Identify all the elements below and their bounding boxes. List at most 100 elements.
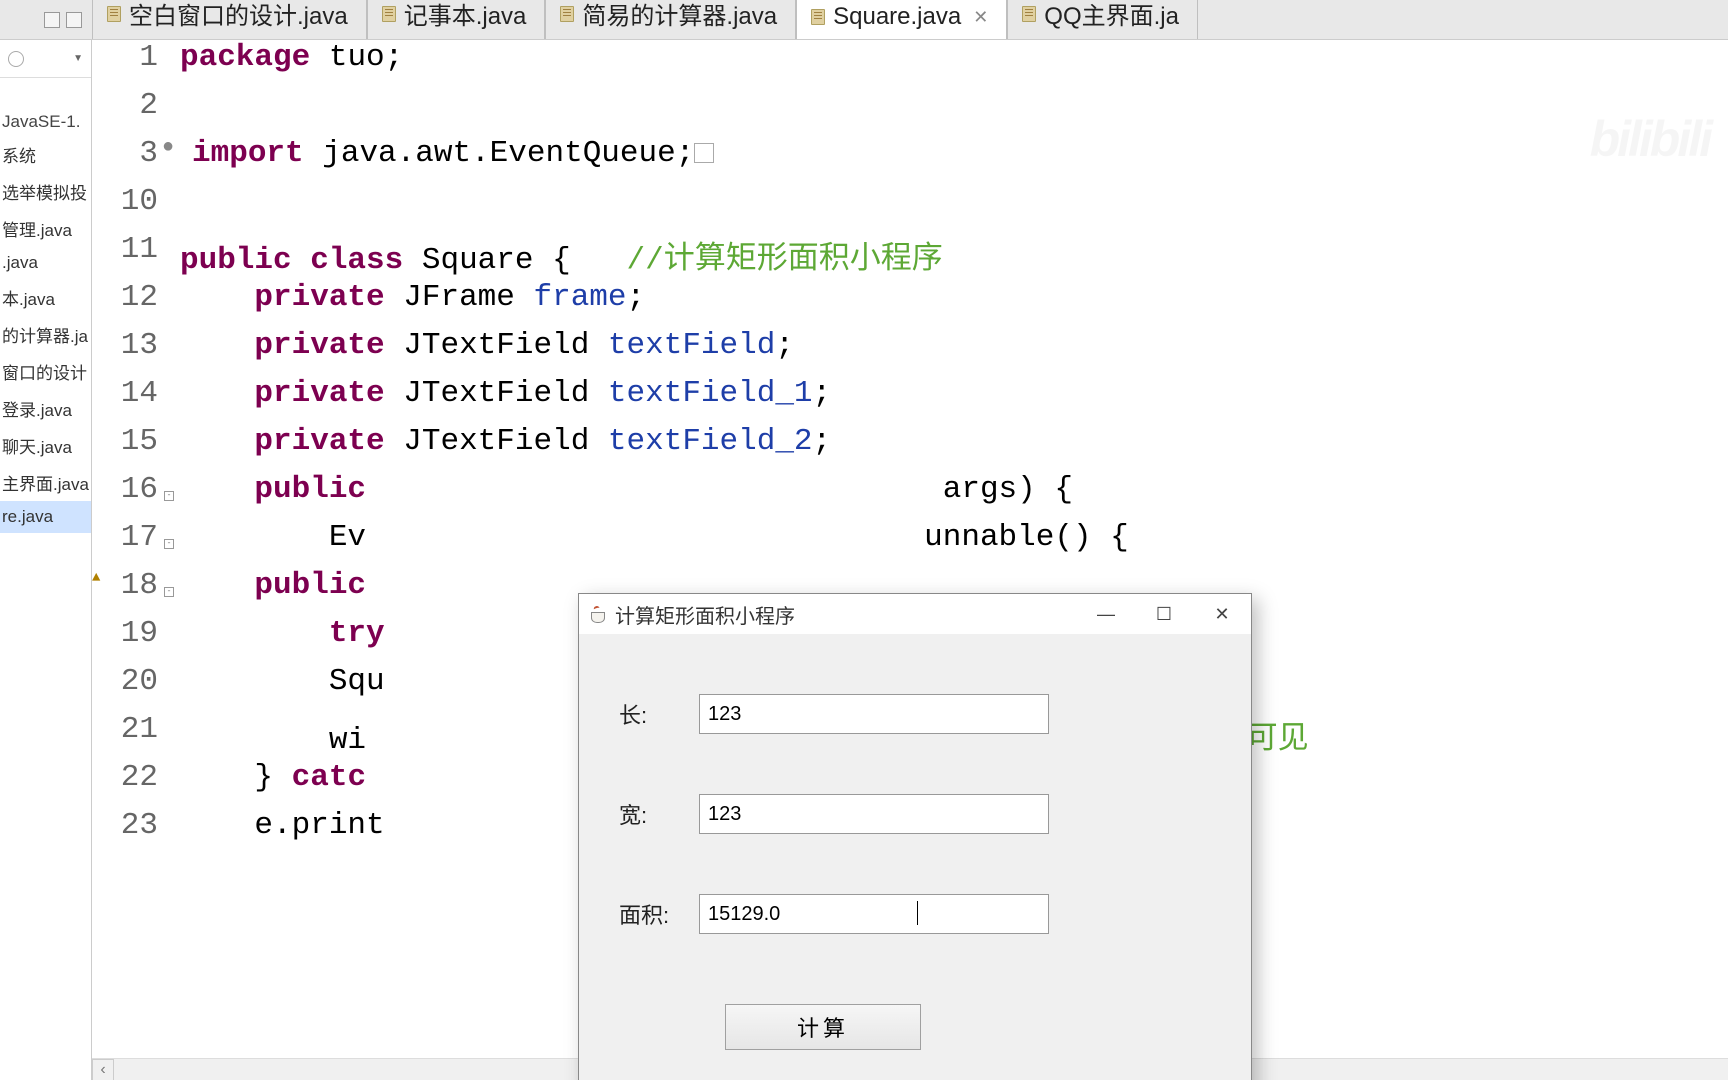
main-area: ▼ JavaSE-1. 系统选举模拟投管理.java.java本.java的计算… — [0, 40, 1728, 1080]
line-number: 2 — [100, 88, 162, 123]
maximize-button[interactable]: ☐ — [1135, 594, 1193, 634]
chevron-down-icon[interactable]: ▼ — [73, 53, 83, 64]
java-file-icon — [560, 6, 574, 22]
editor-tab[interactable]: Square.java ✕ — [796, 0, 1007, 39]
line-number: 22 — [100, 760, 162, 795]
dialog-body: 长: 宽: 面积: 计算 — [579, 634, 1251, 1070]
explorer-file-item[interactable]: 主界面.java — [0, 464, 91, 501]
line-number: 10 — [100, 184, 162, 219]
tab-close-icon[interactable]: ✕ — [969, 7, 988, 28]
code-line[interactable]: 11 public class Square { //计算矩形面积小程序 — [92, 232, 1728, 280]
code-text[interactable]: public args) { — [176, 472, 1073, 507]
line-number: 14 — [100, 376, 162, 411]
explorer-file-item[interactable]: 的计算器.ja — [0, 316, 91, 353]
java-file-icon — [107, 6, 121, 22]
explorer-file-item[interactable]: 窗口的设计 — [0, 353, 91, 390]
fold-toggle-icon[interactable]: - — [164, 539, 174, 549]
line-number: 3 — [100, 136, 162, 171]
code-text[interactable]: private JTextField textField_2; — [176, 424, 831, 459]
code-text[interactable]: package tuo; — [176, 40, 403, 75]
code-text[interactable]: e.print — [176, 808, 385, 843]
code-line[interactable]: 16- public args) { — [92, 472, 1728, 520]
java-file-icon — [1022, 6, 1036, 22]
toolbar-icon-a[interactable] — [44, 12, 60, 28]
tab-label: 空白窗口的设计.java — [129, 0, 348, 31]
line-number: 12 — [100, 280, 162, 315]
explorer-file-item[interactable]: re.java — [0, 501, 91, 533]
code-line[interactable]: 17- Ev unnable() { — [92, 520, 1728, 568]
editor-tab[interactable]: 简易的计算器.java — [545, 0, 796, 39]
editor-tab[interactable]: 空白窗口的设计.java — [92, 0, 367, 39]
line-number: 16 — [100, 472, 162, 507]
line-number: 11 — [100, 232, 162, 267]
fold-toggle-icon[interactable]: - — [164, 491, 174, 501]
line-number: 15 — [100, 424, 162, 459]
explorer-file-item[interactable]: 系统 — [0, 136, 91, 173]
explorer-file-item[interactable]: 聊天.java — [0, 427, 91, 464]
jre-library-node[interactable]: JavaSE-1. — [0, 108, 91, 136]
editor-tab[interactable]: 记事本.java — [367, 0, 546, 39]
code-text[interactable]: public — [176, 568, 366, 603]
text-caret — [917, 901, 918, 925]
toolbar-left-icons — [0, 0, 92, 39]
line-number: 19 — [100, 616, 162, 651]
tab-label: 简易的计算器.java — [582, 0, 777, 31]
tabs-container: 空白窗口的设计.java 记事本.java 简易的计算器.java Square.ja… — [92, 0, 1728, 39]
explorer-file-item[interactable]: .java — [0, 247, 91, 279]
area-label: 面积: — [619, 898, 699, 930]
gear-icon[interactable] — [8, 51, 24, 67]
line-number: 1 — [100, 40, 162, 75]
code-line[interactable]: 12 private JFrame frame; — [92, 280, 1728, 328]
line-number: 20 — [100, 664, 162, 699]
code-line[interactable]: 3● import java.awt.EventQueue; — [92, 136, 1728, 184]
tab-label: Square.java — [833, 3, 961, 31]
length-label: 长: — [619, 698, 699, 730]
code-text[interactable]: private JTextField textField_1; — [176, 376, 831, 411]
width-input[interactable] — [699, 794, 1049, 834]
line-number: 17 — [100, 520, 162, 555]
dialog-title: 计算矩形面积小程序 — [615, 600, 795, 629]
explorer-file-item[interactable]: 本.java — [0, 279, 91, 316]
java-file-icon — [811, 9, 825, 25]
collapse-marker[interactable]: ● — [162, 136, 174, 159]
java-icon — [589, 605, 607, 623]
code-text[interactable]: Ev unnable() { — [176, 520, 1129, 555]
code-line[interactable]: 10 — [92, 184, 1728, 232]
java-file-icon — [382, 6, 396, 22]
area-output[interactable] — [699, 894, 1049, 934]
scroll-left-arrow[interactable]: ‹ — [92, 1059, 114, 1080]
minimize-button[interactable]: — — [1077, 594, 1135, 634]
explorer-file-item[interactable]: 选举模拟投 — [0, 173, 91, 210]
line-number: 13 — [100, 328, 162, 363]
code-text[interactable]: } catc — [176, 760, 366, 795]
calculate-button[interactable]: 计算 — [725, 1004, 921, 1050]
square-app-window: 计算矩形面积小程序 — ☐ ✕ 长: 宽: 面积: — [578, 593, 1252, 1080]
code-text[interactable]: private JFrame frame; — [176, 280, 645, 315]
code-text[interactable]: try — [176, 616, 385, 651]
code-line[interactable]: 15 private JTextField textField_2; — [92, 424, 1728, 472]
line-number: 23 — [100, 808, 162, 843]
length-input[interactable] — [699, 694, 1049, 734]
editor-tab-strip: 空白窗口的设计.java 记事本.java 简易的计算器.java Square.ja… — [0, 0, 1728, 40]
explorer-file-item[interactable]: 登录.java — [0, 390, 91, 427]
code-line[interactable]: 14 private JTextField textField_1; — [92, 376, 1728, 424]
line-number: 21 — [100, 712, 162, 747]
code-line[interactable]: 2 — [92, 88, 1728, 136]
dialog-titlebar[interactable]: 计算矩形面积小程序 — ☐ ✕ — [579, 594, 1251, 634]
width-label: 宽: — [619, 798, 699, 830]
package-explorer: ▼ JavaSE-1. 系统选举模拟投管理.java.java本.java的计算… — [0, 40, 92, 1080]
warning-marker: ▲ — [92, 568, 100, 616]
code-editor[interactable]: bilibili 1package tuo;23●import java.awt… — [92, 40, 1728, 1080]
code-text[interactable]: import java.awt.EventQueue; — [188, 136, 714, 171]
explorer-file-item[interactable]: 管理.java — [0, 210, 91, 247]
toolbar-icon-b[interactable] — [66, 12, 82, 28]
code-text[interactable]: private JTextField textField; — [176, 328, 794, 363]
line-number: 18 — [100, 568, 162, 603]
close-button[interactable]: ✕ — [1193, 594, 1251, 634]
code-text[interactable]: public class Square { //计算矩形面积小程序 — [176, 232, 943, 278]
code-line[interactable]: 13 private JTextField textField; — [92, 328, 1728, 376]
fold-toggle-icon[interactable]: - — [164, 587, 174, 597]
code-line[interactable]: 1 package tuo; — [92, 40, 1728, 88]
explorer-header: ▼ — [0, 40, 91, 78]
editor-tab[interactable]: QQ主界面.ja — [1007, 0, 1198, 39]
